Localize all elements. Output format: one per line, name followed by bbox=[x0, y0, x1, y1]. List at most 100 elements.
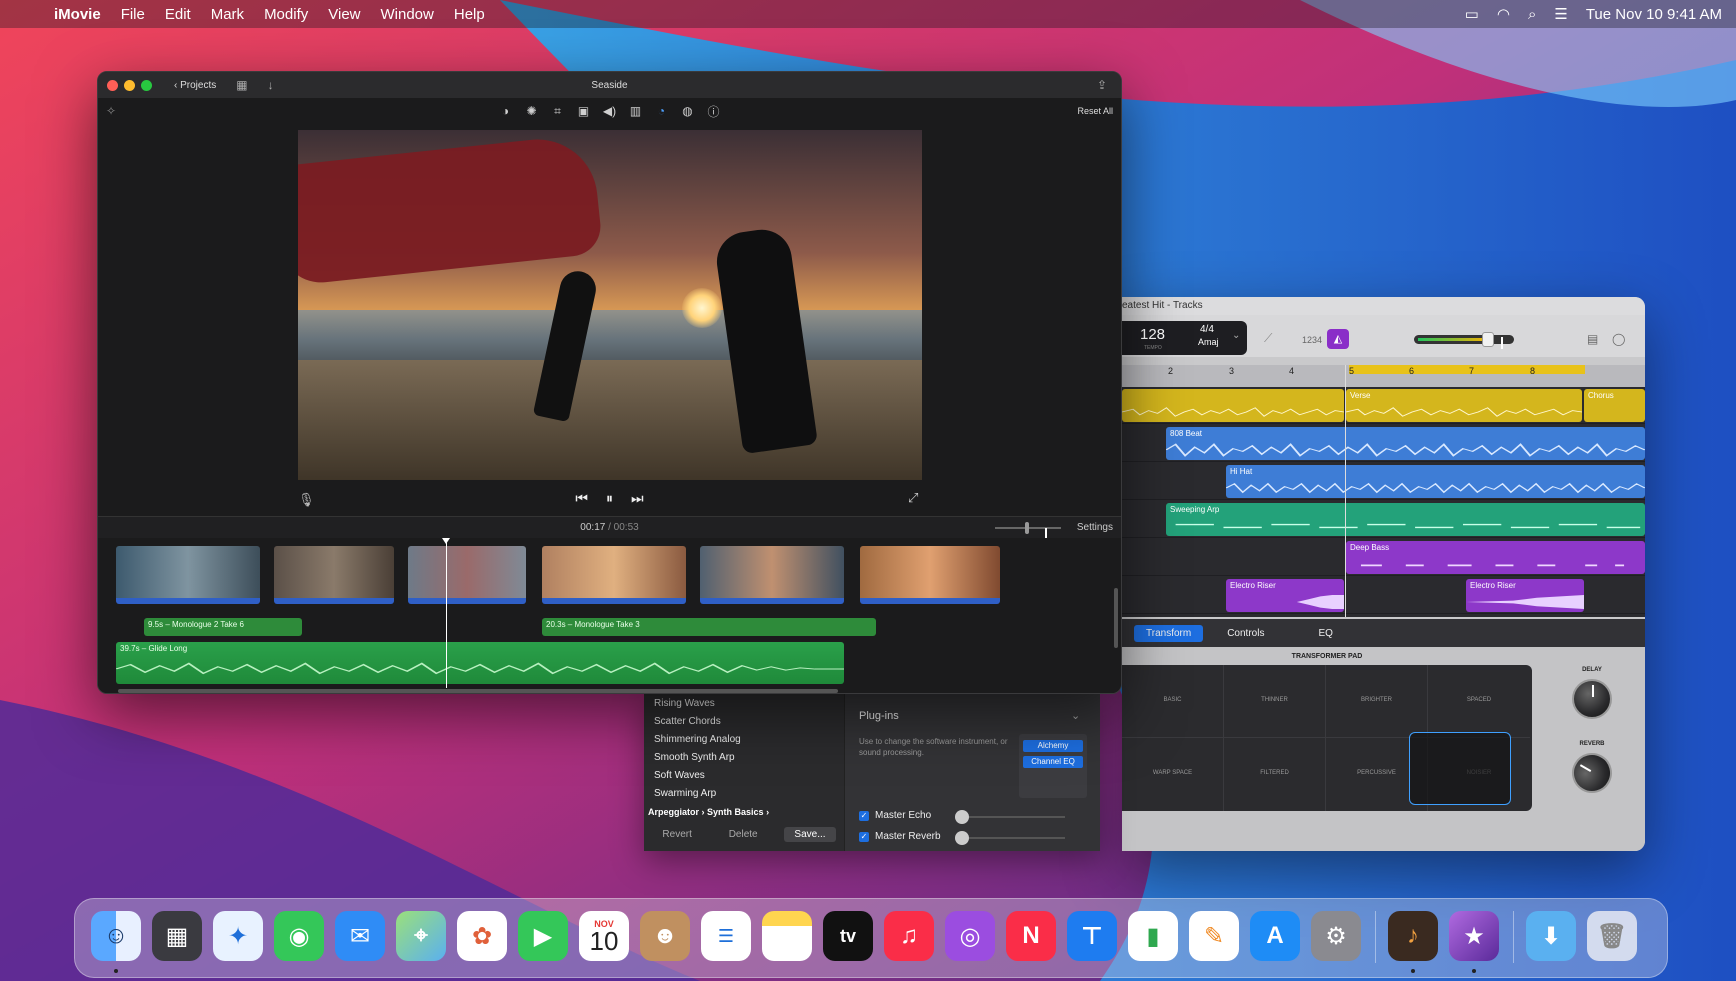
list-item[interactable]: Rising Waves bbox=[644, 694, 844, 712]
volume-knob[interactable] bbox=[1482, 332, 1503, 349]
photos-icon[interactable]: ✿ bbox=[457, 911, 507, 961]
news-icon[interactable]: N bbox=[1006, 911, 1056, 961]
numbers-icon[interactable]: ▮ bbox=[1128, 911, 1178, 961]
pad-cell-filtered[interactable]: FILTERED bbox=[1224, 738, 1326, 811]
video-clip[interactable] bbox=[408, 546, 526, 604]
settings-button[interactable]: Settings bbox=[1077, 522, 1113, 533]
mail-icon[interactable]: ✉ bbox=[335, 911, 385, 961]
info-icon[interactable]: ⓘ bbox=[706, 103, 722, 120]
pad-selector-puck[interactable] bbox=[1409, 732, 1511, 805]
music-clip-glide-long[interactable]: 39.7s – Glide Long bbox=[116, 642, 844, 684]
lcd-display[interactable]: 128 TEMPO 4/4 Amaj ⌄ bbox=[1122, 321, 1247, 355]
menu-clock[interactable]: Tue Nov 10 9:41 AM bbox=[1586, 6, 1722, 23]
master-reverb-checkbox[interactable]: ✓ bbox=[859, 831, 869, 842]
downloads-folder-icon[interactable]: ⬇ bbox=[1526, 911, 1576, 961]
transformer-pad[interactable]: BASIC THINNER BRIGHTER SPACED WARP SPACE… bbox=[1122, 665, 1532, 811]
menu-app-name[interactable]: iMovie bbox=[44, 6, 111, 23]
stabilization-icon[interactable]: ▣ bbox=[576, 104, 592, 118]
contacts-icon[interactable]: ☻ bbox=[640, 911, 690, 961]
region-electro-riser-2[interactable]: Electro Riser bbox=[1466, 579, 1584, 612]
audio-clip-monologue-take-3[interactable]: 20.3s – Monologue Take 3 bbox=[542, 618, 876, 636]
reminders-icon[interactable]: ☰ bbox=[701, 911, 751, 961]
media-browser-icon[interactable]: ▦ bbox=[236, 78, 247, 92]
chevron-down-icon[interactable]: ⌄ bbox=[1232, 330, 1240, 341]
cycle-region[interactable] bbox=[1349, 365, 1585, 374]
pad-cell-brighter[interactable]: BRIGHTER bbox=[1326, 665, 1428, 738]
pad-cell-thinner[interactable]: THINNER bbox=[1224, 665, 1326, 738]
plugin-slot-alchemy[interactable]: Alchemy bbox=[1023, 740, 1083, 752]
audio-clip-monologue-2[interactable]: 9.5s – Monologue 2 Take 6 bbox=[144, 618, 302, 636]
noise-reduction-icon[interactable]: ▥ bbox=[628, 104, 644, 118]
skip-forward-icon[interactable]: ⏭ bbox=[631, 490, 644, 507]
count-in-button[interactable]: 1234 bbox=[1302, 335, 1322, 345]
region-verse[interactable]: Verse bbox=[1346, 389, 1582, 422]
region-808-beat[interactable]: 808 Beat bbox=[1166, 427, 1645, 460]
magic-wand-icon[interactable]: ✧ bbox=[106, 104, 116, 118]
plugin-slot-channel-eq[interactable]: Channel EQ bbox=[1023, 756, 1083, 768]
list-item[interactable]: Swarming Arp bbox=[644, 784, 844, 802]
garageband-playhead[interactable] bbox=[1345, 365, 1346, 617]
minimize-button[interactable] bbox=[124, 79, 135, 91]
timeline-playhead[interactable] bbox=[442, 538, 450, 688]
menu-edit[interactable]: Edit bbox=[155, 6, 201, 23]
maps-icon[interactable]: ⌖ bbox=[396, 911, 446, 961]
slider-knob[interactable] bbox=[955, 810, 969, 824]
finder-icon[interactable]: ☺ bbox=[91, 911, 141, 961]
pad-cell-basic[interactable]: BASIC bbox=[1122, 665, 1224, 738]
zoom-knob[interactable] bbox=[1025, 522, 1047, 540]
calendar-icon[interactable]: NOV 10 bbox=[579, 911, 629, 961]
master-reverb-slider[interactable] bbox=[955, 831, 1065, 845]
keynote-icon[interactable]: ⊤ bbox=[1067, 911, 1117, 961]
messages-icon[interactable]: ◉ bbox=[274, 911, 324, 961]
facetime-icon[interactable]: ▶ bbox=[518, 911, 568, 961]
apple-tv-icon[interactable]: tv bbox=[823, 911, 873, 961]
video-clip[interactable] bbox=[542, 546, 686, 604]
list-item[interactable]: Smooth Synth Arp bbox=[644, 748, 844, 766]
projects-back-button[interactable]: ‹ Projects bbox=[174, 80, 216, 91]
tuner-icon[interactable]: ⟋ bbox=[1264, 331, 1272, 346]
video-clip[interactable] bbox=[116, 546, 260, 604]
zoom-button[interactable] bbox=[141, 79, 152, 91]
pages-icon[interactable]: ✎ bbox=[1189, 911, 1239, 961]
save-button[interactable]: Save... bbox=[784, 827, 836, 842]
fullscreen-icon[interactable]: ⤢ bbox=[908, 490, 918, 506]
wifi-icon[interactable]: ◠ bbox=[1497, 5, 1510, 23]
chevron-down-icon[interactable]: ⌄ bbox=[1071, 709, 1080, 722]
master-volume-slider[interactable] bbox=[1414, 332, 1514, 349]
system-preferences-icon[interactable]: ⚙ bbox=[1311, 911, 1361, 961]
region-deep-bass[interactable]: Deep Bass bbox=[1346, 541, 1645, 574]
safari-icon[interactable]: ✦ bbox=[213, 911, 263, 961]
tab-transform[interactable]: Transform bbox=[1134, 624, 1204, 642]
notes-icon[interactable] bbox=[762, 911, 812, 961]
menu-mark[interactable]: Mark bbox=[201, 6, 254, 23]
notepad-icon[interactable]: ▤ bbox=[1587, 332, 1598, 346]
crop-icon[interactable]: ⌗ bbox=[550, 104, 566, 119]
close-button[interactable] bbox=[107, 79, 118, 91]
imovie-icon[interactable]: ★ bbox=[1449, 911, 1499, 961]
region-electro-riser-1[interactable]: Electro Riser bbox=[1226, 579, 1344, 612]
region-intro[interactable] bbox=[1122, 389, 1344, 422]
podcasts-icon[interactable]: ◎ bbox=[945, 911, 995, 961]
battery-icon[interactable]: ▭ bbox=[1465, 5, 1479, 23]
video-viewer[interactable] bbox=[298, 130, 922, 480]
timeline-ruler[interactable]: 2 3 4 5 6 7 8 bbox=[1122, 365, 1645, 387]
tab-controls[interactable]: Controls bbox=[1215, 625, 1276, 642]
timeline-horizontal-scrollbar[interactable] bbox=[118, 689, 838, 693]
app-store-icon[interactable]: A bbox=[1250, 911, 1300, 961]
timeline-zoom-slider[interactable] bbox=[995, 522, 1061, 540]
speed-icon[interactable]: ◔ bbox=[654, 104, 670, 118]
metronome-icon[interactable]: ◭ bbox=[1327, 329, 1349, 349]
color-correction-icon[interactable]: ✺ bbox=[524, 104, 540, 118]
clip-filter-icon[interactable]: ◍ bbox=[680, 104, 696, 118]
menu-file[interactable]: File bbox=[111, 6, 155, 23]
breadcrumb-arpeggiator[interactable]: Arpeggiator bbox=[648, 807, 699, 817]
spotlight-search-icon[interactable]: ⌕ bbox=[1528, 6, 1536, 23]
menu-help[interactable]: Help bbox=[444, 6, 495, 23]
pad-cell-spaced[interactable]: SPACED bbox=[1428, 665, 1530, 738]
master-echo-checkbox[interactable]: ✓ bbox=[859, 810, 869, 821]
menu-modify[interactable]: Modify bbox=[254, 6, 318, 23]
video-clip[interactable] bbox=[274, 546, 394, 604]
video-clip[interactable] bbox=[700, 546, 844, 604]
launchpad-icon[interactable]: ▦ bbox=[152, 911, 202, 961]
skip-back-icon[interactable]: ⏮ bbox=[575, 490, 588, 507]
